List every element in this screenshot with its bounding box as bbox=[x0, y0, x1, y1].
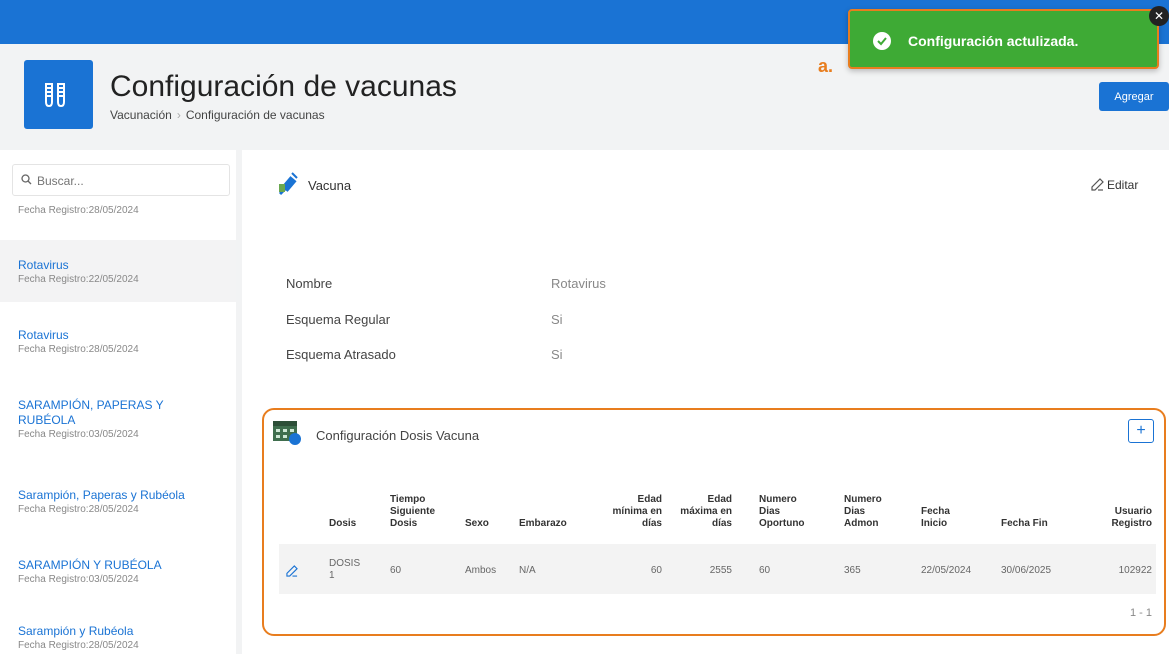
column-header-edad-maxima: Edad máxima en días bbox=[680, 494, 732, 529]
field-label-esquema-regular: Esquema Regular bbox=[286, 312, 391, 327]
page-title: Configuración de vacunas bbox=[110, 70, 457, 103]
toast-message: Configuración actulizada. bbox=[908, 33, 1079, 49]
list-item[interactable]: Sarampión, Paperas y Rubéola Fecha Regis… bbox=[0, 488, 236, 517]
column-header-tiempo: Tiempo Siguiente Dosis bbox=[390, 494, 436, 529]
list-item-date: Fecha Registro:28/05/2024 bbox=[18, 640, 139, 651]
breadcrumb-separator: › bbox=[176, 108, 181, 122]
toast-close-icon[interactable]: ✕ bbox=[1149, 6, 1169, 26]
breadcrumb-item-configuracion: Configuración de vacunas bbox=[185, 108, 325, 122]
list-item[interactable]: Rotavirus Fecha Registro:22/05/2024 bbox=[0, 240, 236, 302]
column-header-usuario: Usuario Registro bbox=[1111, 506, 1152, 529]
field-value-nombre: Rotavirus bbox=[551, 276, 606, 291]
row-edit-icon[interactable] bbox=[286, 564, 298, 582]
list-item-name: SARAMPIÓN, PAPERAS Y RUBÉOLA bbox=[18, 398, 164, 427]
breadcrumb: Vacunación › Configuración de vacunas bbox=[110, 108, 325, 122]
list-item-date: Fecha Registro:28/05/2024 bbox=[18, 504, 139, 515]
search-input[interactable] bbox=[37, 171, 217, 191]
column-header-embarazo: Embarazo bbox=[519, 518, 567, 529]
cell-dosis: DOSIS 1 bbox=[329, 558, 361, 581]
callout-a: a. bbox=[818, 56, 834, 76]
syringe-icon bbox=[276, 170, 300, 201]
list-item[interactable]: SARAMPIÓN, PAPERAS Y RUBÉOLA Fecha Regis… bbox=[0, 398, 210, 442]
cell-dias-oportuno: 60 bbox=[759, 565, 771, 576]
column-header-dias-admon: Numero Dias Admon bbox=[844, 494, 882, 529]
column-header-sexo: Sexo bbox=[465, 518, 489, 529]
cell-fecha-fin: 30/06/2025 bbox=[1001, 565, 1052, 576]
cell-dias-admon: 365 bbox=[844, 565, 861, 576]
field-value-esquema-atrasado: Si bbox=[551, 347, 563, 362]
column-header-fecha-inicio: Fecha Inicio bbox=[921, 506, 950, 529]
list-item[interactable]: SARAMPIÓN Y RUBÉOLA Fecha Registro:03/05… bbox=[0, 558, 236, 587]
add-button[interactable]: Agregar bbox=[1099, 82, 1169, 111]
field-label-nombre: Nombre bbox=[286, 276, 333, 291]
column-header-dosis: Dosis bbox=[329, 518, 357, 529]
cell-edad-maxima: 2555 bbox=[709, 565, 732, 576]
field-label-esquema-atrasado: Esquema Atrasado bbox=[286, 347, 396, 362]
card-title: Vacuna bbox=[308, 178, 352, 193]
list-item-date: Fecha Registro:03/05/2024 bbox=[18, 429, 139, 440]
vaccine-app-icon bbox=[24, 60, 93, 129]
check-circle-icon bbox=[873, 32, 891, 50]
vaccine-list-sidebar: Fecha Registro:28/05/2024 Rotavirus Fech… bbox=[0, 150, 236, 654]
cell-sexo: Ambos bbox=[465, 565, 497, 576]
pagination-info: 1 - 1 bbox=[1129, 607, 1152, 619]
list-item-name: Rotavirus bbox=[18, 328, 69, 342]
list-item-date: Fecha Registro:03/05/2024 bbox=[18, 574, 139, 585]
list-item-date: Fecha Registro:28/05/2024 bbox=[18, 344, 139, 355]
dosis-card-title: Configuración Dosis Vacuna bbox=[316, 428, 480, 443]
cell-fecha-inicio: 22/05/2024 bbox=[921, 565, 972, 576]
search-icon bbox=[21, 174, 32, 185]
edit-button[interactable]: Editar bbox=[1091, 178, 1138, 192]
dosis-config-card: Configuración Dosis Vacuna + Dosis Tiemp… bbox=[262, 408, 1166, 636]
vaccine-detail-panel: Vacuna Editar Nombre Rotavirus Esquema R… bbox=[242, 150, 1169, 654]
calendar-table-icon bbox=[272, 418, 302, 451]
cell-usuario: 102922 bbox=[1118, 565, 1152, 576]
list-item-date: Fecha Registro:28/05/2024 bbox=[18, 205, 139, 216]
column-header-edad-minima: Edad mínima en días bbox=[612, 494, 662, 529]
list-item-name: Sarampión, Paperas y Rubéola bbox=[18, 488, 185, 502]
edit-icon bbox=[1091, 178, 1104, 191]
list-item-name: SARAMPIÓN Y RUBÉOLA bbox=[18, 558, 162, 572]
list-item-date: Fecha Registro:22/05/2024 bbox=[18, 274, 139, 285]
add-dosis-button[interactable]: + bbox=[1128, 419, 1154, 443]
cell-tiempo: 60 bbox=[390, 565, 402, 576]
list-item-partial[interactable]: Fecha Registro:28/05/2024 bbox=[0, 204, 236, 218]
edit-label: Editar bbox=[1107, 178, 1139, 192]
list-item[interactable]: Sarampión y Rubéola Fecha Registro:28/05… bbox=[0, 624, 236, 653]
search-box[interactable] bbox=[12, 164, 230, 196]
column-header-fecha-fin: Fecha Fin bbox=[1001, 518, 1048, 529]
field-value-esquema-regular: Si bbox=[551, 312, 563, 327]
column-header-dias-oportuno: Numero Dias Oportuno bbox=[759, 494, 805, 529]
breadcrumb-item-vacunacion[interactable]: Vacunación bbox=[110, 108, 172, 122]
cell-embarazo: N/A bbox=[519, 565, 536, 576]
list-item[interactable]: Rotavirus Fecha Registro:28/05/2024 bbox=[0, 328, 236, 357]
cell-edad-minima: 60 bbox=[650, 565, 662, 576]
list-item-name: Sarampión y Rubéola bbox=[18, 624, 134, 638]
success-toast: Configuración actulizada. ✕ bbox=[848, 6, 1169, 69]
list-item-name: Rotavirus bbox=[18, 258, 69, 272]
